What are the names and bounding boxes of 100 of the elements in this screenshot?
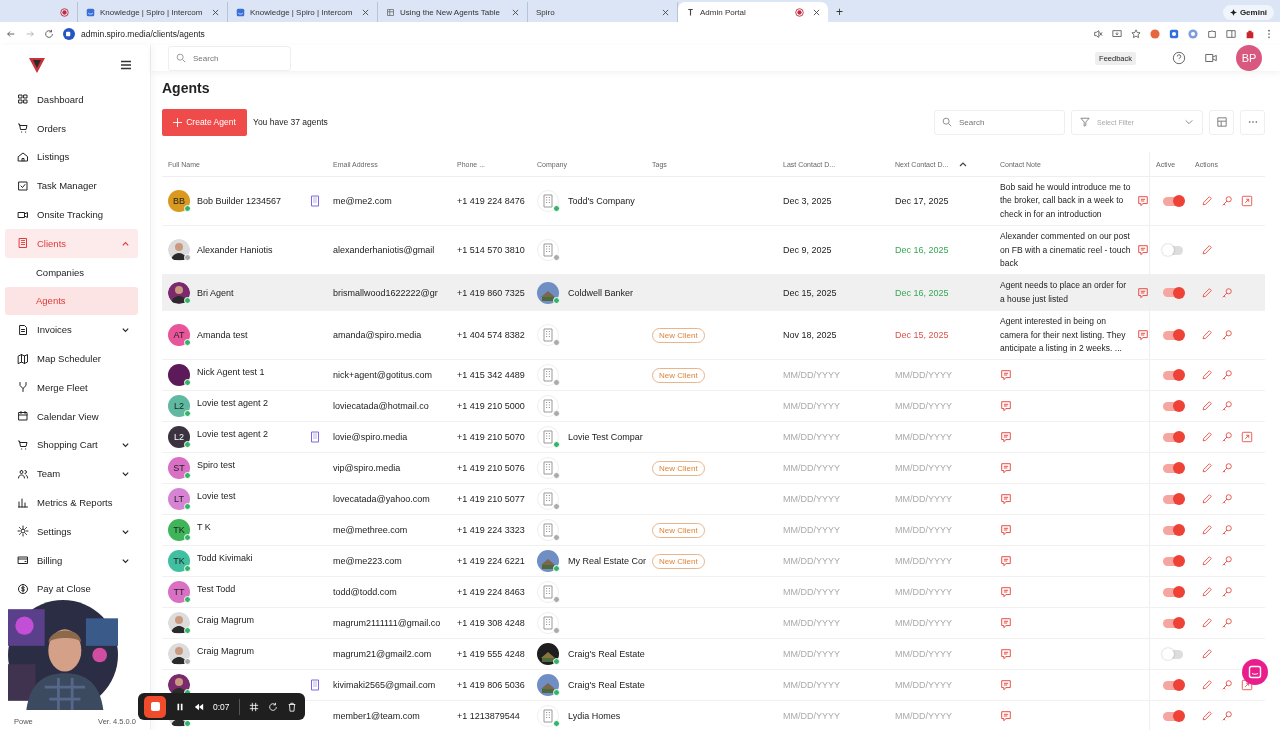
company-name[interactable]: Coldwell Banker [568,287,634,298]
table-row[interactable]: LT Lovie test lovecatada@yahoo.com +1 419 210 5077 MM/DD/YYYY MM/DD/YYYY [162,484,1265,516]
key-icon[interactable] [1221,555,1233,568]
date-cell[interactable]: Dec 3, 2025 [783,196,832,207]
install-icon[interactable] [1112,28,1122,39]
sidebar-item[interactable]: Pay at Close [5,574,138,604]
pencil-icon[interactable] [1201,369,1213,382]
message-icon[interactable] [1000,462,1012,475]
key-icon[interactable] [1221,679,1233,692]
key-icon[interactable] [1221,617,1233,630]
pencil-icon[interactable] [1201,195,1213,208]
key-icon[interactable] [1221,462,1233,475]
toggle-switch[interactable] [1162,711,1183,721]
key-icon[interactable] [1221,493,1233,506]
stop-button[interactable] [144,695,166,718]
agent-name[interactable]: Spiro test [197,460,236,471]
pencil-icon[interactable] [1201,586,1213,599]
sidebar-item[interactable]: Billing [5,545,138,575]
pencil-icon[interactable] [1201,286,1213,299]
external-link-icon[interactable] [1241,431,1253,444]
gemini-button[interactable]: Gemini [1222,5,1274,20]
agent-name[interactable]: Nick Agent test 1 [197,367,265,378]
pencil-icon[interactable] [1201,648,1213,661]
close-icon[interactable] [362,8,369,16]
agent-name[interactable]: Bob Builder 1234567 [197,196,282,207]
message-icon[interactable] [1000,431,1012,444]
toggle-switch[interactable] [1162,370,1183,380]
agent-name[interactable]: Bri Agent [197,287,234,298]
extension-icon[interactable] [1245,28,1255,39]
message-icon[interactable] [1000,710,1012,723]
date-cell[interactable]: Dec 15, 2025 [895,330,949,341]
star-icon[interactable] [1131,28,1141,39]
side-panel-icon[interactable] [1226,28,1236,39]
chat-button[interactable] [1242,659,1268,685]
toggle-switch[interactable] [1162,494,1183,504]
company-name[interactable]: Lydia Homes [568,711,621,722]
rewind-icon[interactable] [194,701,204,712]
grid-icon[interactable] [248,701,259,712]
sidebar-item[interactable]: Map Scheduler [5,344,138,373]
sidebar-item[interactable]: Listings [5,142,138,172]
company-name[interactable]: Todd's Company [568,196,635,207]
table-row[interactable]: TT Test Todd todd@todd.com +1 419 224 8463 MM/DD/YYYY MM/DD/YYYY [162,577,1265,609]
close-icon[interactable] [212,8,219,16]
date-cell[interactable]: Dec 15, 2025 [783,287,837,298]
table-row[interactable]: Craig Magrum magrum2111111@gmail.co +1 419 308 4248 MM/DD/YYYY MM/DD/YYYY [162,608,1265,640]
extension-icon[interactable] [1188,28,1198,39]
table-row[interactable]: TK T K me@methree.com +1 419 224 3323 New Client MM/DD/YYYY MM/DD/YYYY [162,515,1265,547]
pencil-icon[interactable] [1201,710,1213,723]
message-icon[interactable] [1000,400,1012,413]
company-name[interactable]: My Real Estate Cor [568,556,647,567]
key-icon[interactable] [1221,195,1233,208]
toggle-switch[interactable] [1162,330,1183,340]
sidebar-item[interactable]: Invoices [5,315,138,345]
new-tab-button[interactable]: + [828,2,851,22]
sidebar-item[interactable]: Task Manager [5,171,138,201]
agent-name[interactable]: Craig Magrum [197,646,254,657]
message-icon[interactable] [1000,617,1012,630]
key-icon[interactable] [1221,524,1233,537]
sidebar-item[interactable]: Orders [5,113,138,143]
external-link-icon[interactable] [1241,195,1253,208]
logo-icon[interactable] [27,55,47,75]
key-icon[interactable] [1221,329,1233,342]
table-row[interactable]: Nick Agent test 1 nick+agent@gotitus.com +1 415 342 4489 New Client MM/DD/YYYY MM/DD/YYYY [162,360,1265,392]
agent-name[interactable]: Lovie test agent 2 [197,398,269,409]
key-icon[interactable] [1221,586,1233,599]
pencil-icon[interactable] [1201,555,1213,568]
columns-button[interactable] [1209,109,1234,135]
message-icon[interactable] [1137,195,1149,208]
toggle-switch[interactable] [1162,288,1183,298]
table-row[interactable]: Craig Magrum magrum21@gmail2.com +1 419 555 4248 Craig's Real Estate MM/DD/YYYY MM/DD/YYYY [162,639,1265,671]
close-icon[interactable] [512,8,519,16]
agent-name[interactable]: T K [197,522,211,533]
sidebar-item[interactable]: Clients [5,229,138,258]
close-icon[interactable] [813,8,820,16]
message-icon[interactable] [1000,586,1012,599]
message-icon[interactable] [1000,524,1012,537]
toggle-switch[interactable] [1162,556,1183,566]
agent-name[interactable]: Alexander Haniotis [197,245,273,256]
toggle-switch[interactable] [1162,401,1183,411]
message-icon[interactable] [1000,648,1012,661]
puzzle-icon[interactable] [1207,28,1217,39]
video-icon[interactable] [1204,51,1218,65]
table-row[interactable]: BB Bob Builder 1234567 me@me2.com +1 419 224 8476 Todd's Company Dec 3, 2025 Dec 17, 2025 Bob said he would introduce me to the broker, call back in a week to check in for an introduction [162,177,1265,227]
key-icon[interactable] [1221,431,1233,444]
key-icon[interactable] [1221,286,1233,299]
toggle-switch[interactable] [1162,618,1183,628]
agent-name[interactable]: Lovie test [197,491,236,502]
sidebar-item[interactable]: Shopping Cart [5,430,138,460]
pencil-icon[interactable] [1201,462,1213,475]
table-row[interactable]: L2 Lovie test agent 2 loviecatada@hotmail.co +1 419 210 5000 MM/DD/YYYY MM/DD/YYYY [162,391,1265,423]
agent-name[interactable]: Test Todd [197,584,236,595]
pencil-icon[interactable] [1201,493,1213,506]
agent-name[interactable]: Lovie test agent 2 [197,429,269,440]
message-icon[interactable] [1000,679,1012,692]
date-cell[interactable]: Dec 9, 2025 [783,245,832,256]
sidebar-item[interactable]: Merge Fleet [5,372,138,402]
close-icon[interactable] [662,8,669,16]
pencil-icon[interactable] [1201,431,1213,444]
create-agent-button[interactable]: Create Agent [162,108,247,136]
toggle-switch[interactable] [1162,587,1183,597]
